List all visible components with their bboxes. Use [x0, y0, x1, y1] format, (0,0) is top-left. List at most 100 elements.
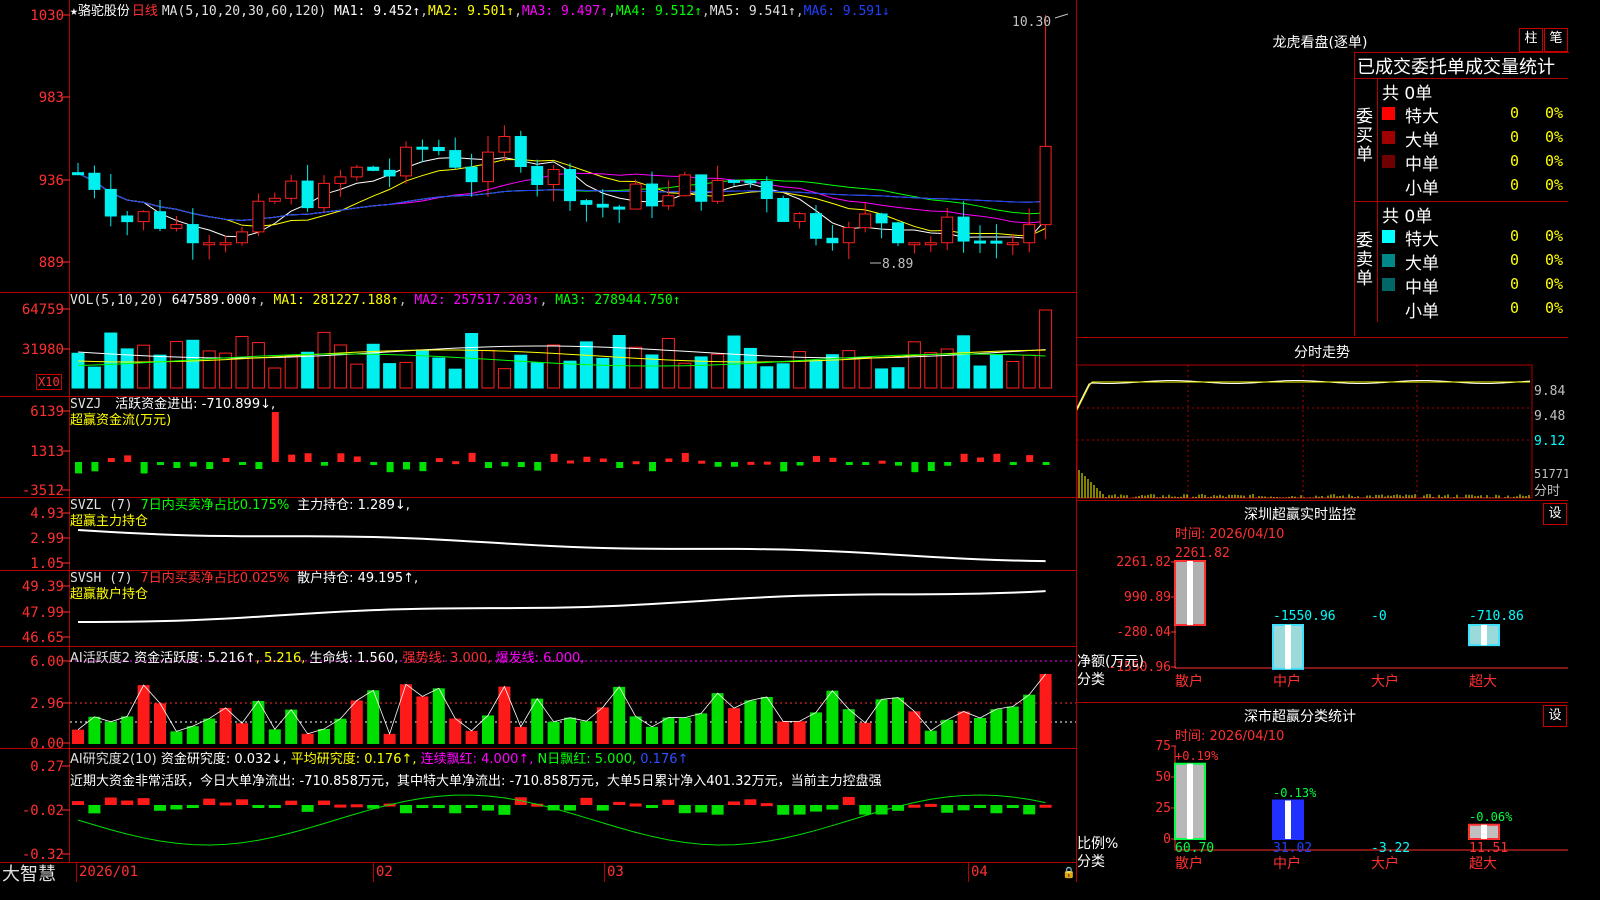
volume-bar	[235, 335, 249, 389]
axis-tick-label: 0	[1163, 832, 1171, 847]
period-label[interactable]: 日线	[132, 4, 158, 19]
candle-body	[482, 151, 494, 183]
ai-research-bar	[449, 805, 462, 814]
ai-research-bar	[465, 805, 478, 808]
lhb-vdivider	[1377, 78, 1378, 322]
ai-research-bar	[350, 804, 363, 808]
svzj-bar	[616, 462, 624, 469]
svsh-holding: 散户持仓: 49.195↑,	[297, 571, 419, 586]
candle-body	[465, 166, 478, 183]
volume-bar	[678, 362, 692, 389]
ai-activity-bar	[203, 718, 216, 744]
stock-name: 骆驼股份	[77, 4, 130, 19]
axis-tick-label: 25	[1155, 801, 1171, 816]
ma5-value: MA5: 9.541↑	[709, 4, 796, 19]
svzj-bar	[878, 460, 886, 464]
svzj-bar	[288, 454, 296, 462]
svzj-bar	[960, 453, 968, 462]
volume-bar	[711, 353, 725, 389]
bar-value-label: -710.86	[1469, 609, 1524, 624]
volume-bar	[957, 335, 971, 389]
svzl-holding: 主力持仓: 1.289↓,	[297, 498, 410, 513]
candle-body	[728, 179, 740, 183]
lhb-row-count: 0	[1510, 299, 1520, 317]
volume-bar	[251, 342, 265, 389]
category-label: 超大	[1469, 674, 1497, 690]
lhb-row-label: 大单	[1405, 131, 1439, 151]
lhb-row-label: 中单	[1405, 155, 1439, 175]
volume-bar	[612, 335, 626, 389]
svsh-title: SVSH (7)	[70, 571, 133, 586]
candle-body	[400, 146, 412, 177]
intraday-top-border	[1077, 337, 1568, 338]
ai-activity-bar	[580, 721, 593, 744]
candle-body	[252, 200, 265, 233]
candle-body	[629, 183, 642, 210]
lhb-row-label: 特大	[1405, 107, 1439, 127]
ai-research-bar	[203, 798, 216, 805]
volume-bar	[858, 356, 872, 389]
ai-activity-bar	[842, 709, 855, 744]
tick-mode-button[interactable]: 笔	[1544, 28, 1568, 52]
value-bar-shine	[1187, 763, 1193, 839]
candle-body	[646, 183, 658, 207]
axis-tick-label: 2.96	[30, 696, 64, 712]
volume-bar	[317, 331, 331, 389]
svzj-value: 活跃资金进出: -710.899↓,	[115, 397, 276, 412]
high-price-mark: 10.30	[1012, 15, 1051, 30]
bar-value-label: -3.22	[1371, 841, 1410, 856]
ai-research-bar	[301, 805, 314, 812]
candle-body	[892, 222, 904, 244]
volume-bar	[153, 354, 167, 389]
svzj-bar	[649, 462, 656, 472]
lhb-row-count: 0	[1510, 227, 1520, 245]
svzj-bar	[468, 452, 476, 462]
svsh-subtitle: 超赢散户持仓	[70, 587, 149, 602]
lock-icon[interactable]: 🔒	[1062, 866, 1076, 879]
lhb-row-label: 小单	[1405, 302, 1439, 322]
ai-research-nred: N日飘红: 5.000,	[537, 752, 637, 767]
lhb-title: 龙虎看盘(逐单)	[1272, 35, 1368, 51]
ai-activity-bar	[449, 718, 462, 744]
candle-body	[219, 242, 232, 246]
volume-bar	[383, 363, 397, 389]
bar-value-label: -1550.96	[1273, 609, 1336, 624]
volume-bar	[661, 337, 675, 389]
ai-activity-bar	[744, 700, 757, 744]
category-label: 散户	[1175, 855, 1203, 872]
ai-activity-bar	[1023, 694, 1036, 744]
category-label: 大户	[1371, 673, 1399, 690]
ai-activity-bar	[875, 699, 888, 744]
buy-side-label: 委买单	[1356, 107, 1373, 165]
ai-activity-bar	[990, 709, 1003, 744]
ai-activity-bar	[711, 693, 724, 744]
ai-research-bar	[564, 805, 576, 811]
category-label: 超大	[1469, 856, 1497, 872]
svsh-header: SVSH (7) 7日内买卖净占比0.025% 散户持仓: 49.195↑, 超…	[70, 571, 418, 603]
svzj-title: SVZJ	[70, 397, 102, 412]
ai-activity-bar	[154, 703, 166, 744]
volume-bar	[645, 354, 659, 389]
axis-tick-label: 2.99	[30, 531, 64, 547]
ai-research-bar	[842, 796, 855, 805]
star-icon[interactable]: ★	[70, 4, 78, 19]
bar-mode-button[interactable]: 柱	[1519, 28, 1543, 52]
candle-body	[924, 242, 937, 246]
svzj-bar	[435, 458, 443, 462]
svzj-bar	[681, 452, 689, 462]
value-bar-shine	[1285, 800, 1291, 839]
candle-body	[793, 213, 806, 222]
svzj-bar	[485, 462, 492, 469]
ai-research-bar	[137, 798, 150, 805]
ai-activity-bar	[498, 686, 511, 744]
intraday-chart[interactable]: 9.84 9.48 9.12 51771 分时	[1077, 360, 1568, 500]
ai-activity-bar	[514, 726, 527, 744]
lhb-row-pct: 0%	[1545, 152, 1564, 170]
svzj-bar	[714, 462, 722, 467]
candle-body	[695, 174, 708, 202]
volume-bar	[530, 362, 544, 389]
axis-tick-label: 64759	[22, 302, 64, 318]
ai-research-bar	[318, 800, 330, 805]
date-tick: 2026/01	[76, 862, 138, 882]
ai-research-bar	[629, 803, 642, 807]
